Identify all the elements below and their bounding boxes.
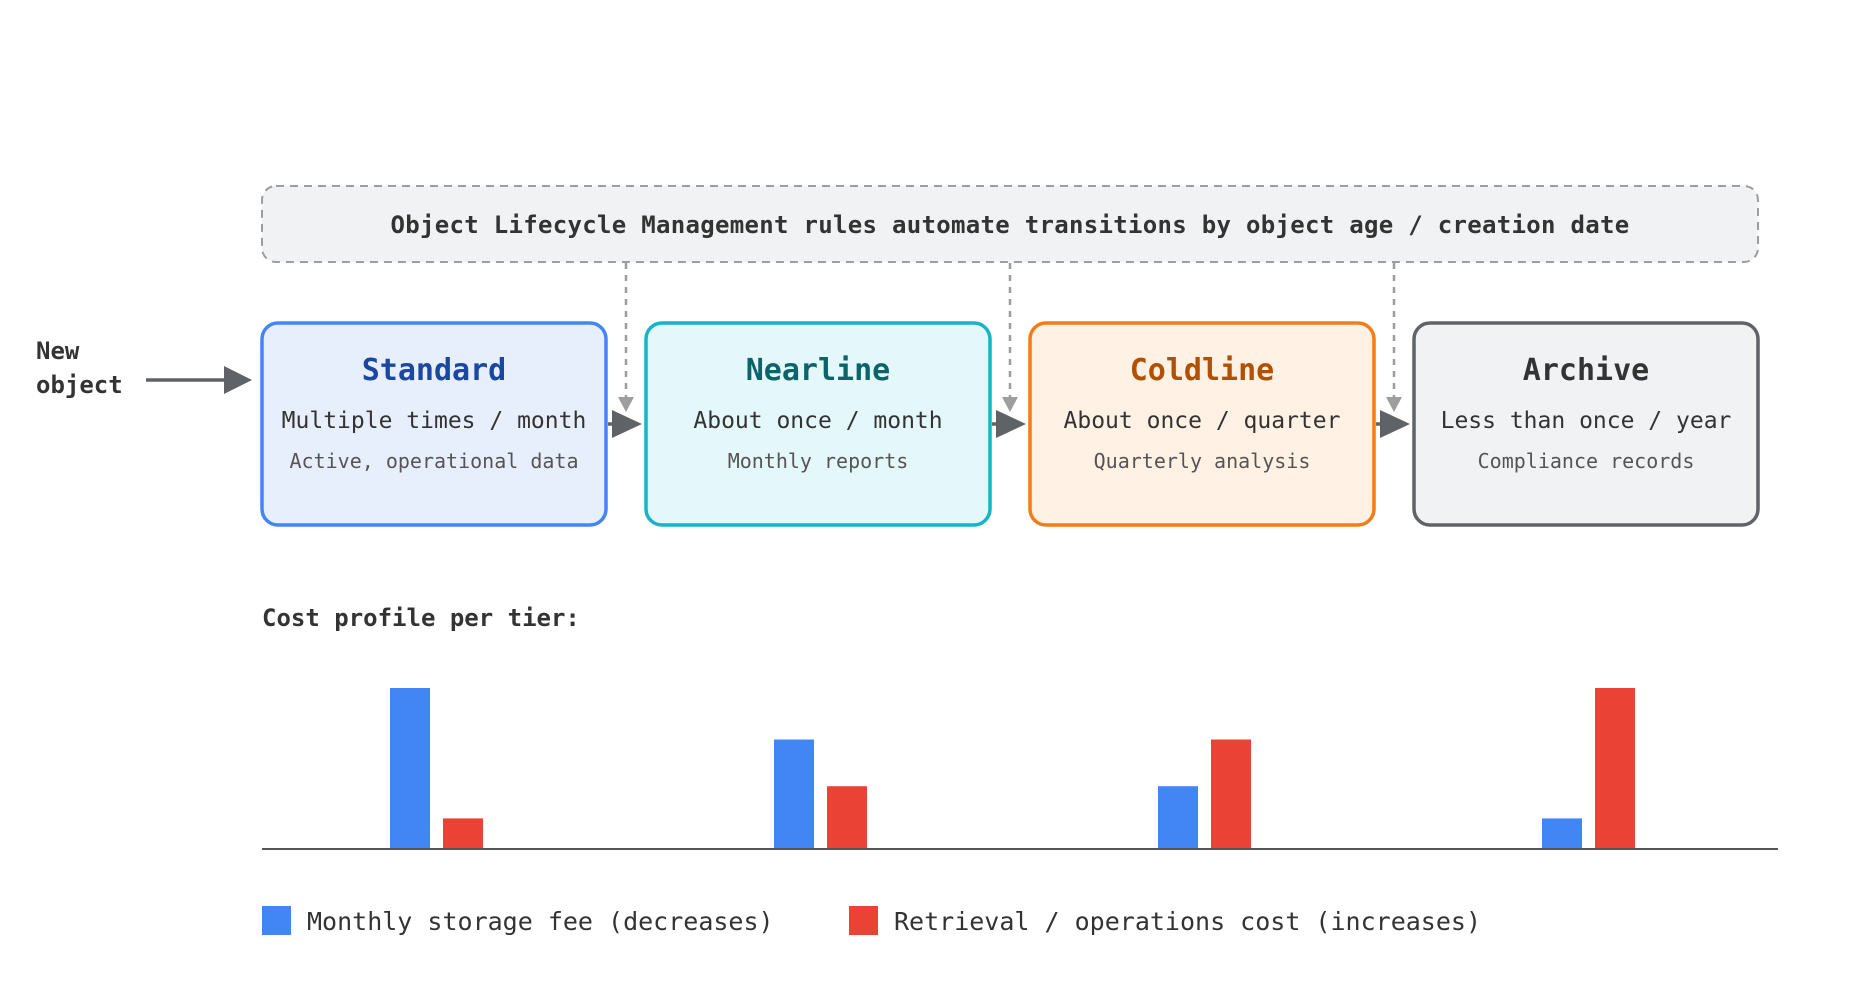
tier-example-standard: Active, operational data xyxy=(290,449,579,473)
transition-arrow-1-head xyxy=(612,410,642,438)
storage-fee-bar-coldline xyxy=(1158,786,1198,849)
legend-storage-swatch xyxy=(262,906,291,935)
tier-frequency-coldline: About once / quarter xyxy=(1064,408,1341,434)
connector-head-1 xyxy=(618,397,634,412)
new-object-label-line1: New xyxy=(36,337,80,365)
tier-frequency-standard: Multiple times / month xyxy=(282,408,587,434)
cost-profile-title: Cost profile per tier: xyxy=(262,604,580,632)
connector-head-3 xyxy=(1386,397,1402,412)
lifecycle-rules-banner: Object Lifecycle Management rules automa… xyxy=(261,185,1759,263)
storage-fee-bar-nearline xyxy=(774,739,814,849)
tier-name-standard: Standard xyxy=(362,353,507,388)
diagram-canvas: Object Lifecycle Management rules automa… xyxy=(36,185,1778,936)
tier-card-coldline: Coldline About once / quarter Quarterly an… xyxy=(1028,321,1376,527)
lifecycle-diagram: Object Lifecycle Management rules automa… xyxy=(0,0,1860,1000)
retrieval-cost-bar-standard xyxy=(443,818,483,849)
tier-name-nearline: Nearline xyxy=(746,353,891,388)
cost-chart xyxy=(390,688,1635,849)
banner-text: Object Lifecycle Management rules automa… xyxy=(391,211,1630,239)
retrieval-cost-bar-nearline xyxy=(827,786,867,849)
tier-example-archive: Compliance records xyxy=(1478,449,1695,473)
tier-frequency-nearline: About once / month xyxy=(693,408,942,434)
tier-card-standard: Standard Multiple times / month Active, op… xyxy=(260,321,608,527)
chart-legend: Monthly storage fee (decreases) Retrieva… xyxy=(262,906,1481,936)
legend-retrieval-swatch xyxy=(849,906,878,935)
new-object-entry: New object xyxy=(36,337,252,399)
retrieval-cost-bar-coldline xyxy=(1211,739,1251,849)
tier-name-archive: Archive xyxy=(1523,353,1649,388)
tier-example-nearline: Monthly reports xyxy=(728,449,909,473)
transition-arrow-3-head xyxy=(1380,410,1410,438)
legend-retrieval-label: Retrieval / operations cost (increases) xyxy=(894,907,1481,936)
tier-card-archive: Archive Less than once / year Compliance r… xyxy=(1412,321,1760,527)
new-object-label-line2: object xyxy=(36,371,123,399)
tier-name-coldline: Coldline xyxy=(1130,353,1275,388)
tier-frequency-archive: Less than once / year xyxy=(1441,408,1732,434)
legend-storage-label: Monthly storage fee (decreases) xyxy=(307,907,774,936)
retrieval-cost-bar-archive xyxy=(1595,688,1635,849)
tier-example-coldline: Quarterly analysis xyxy=(1094,449,1311,473)
connector-head-2 xyxy=(1002,397,1018,412)
entry-arrow-head xyxy=(224,366,252,394)
transition-arrow-2-head xyxy=(996,410,1026,438)
storage-fee-bar-archive xyxy=(1542,818,1582,849)
storage-fee-bar-standard xyxy=(390,688,430,849)
tier-card-nearline: Nearline About once / month Monthly report… xyxy=(644,321,992,527)
